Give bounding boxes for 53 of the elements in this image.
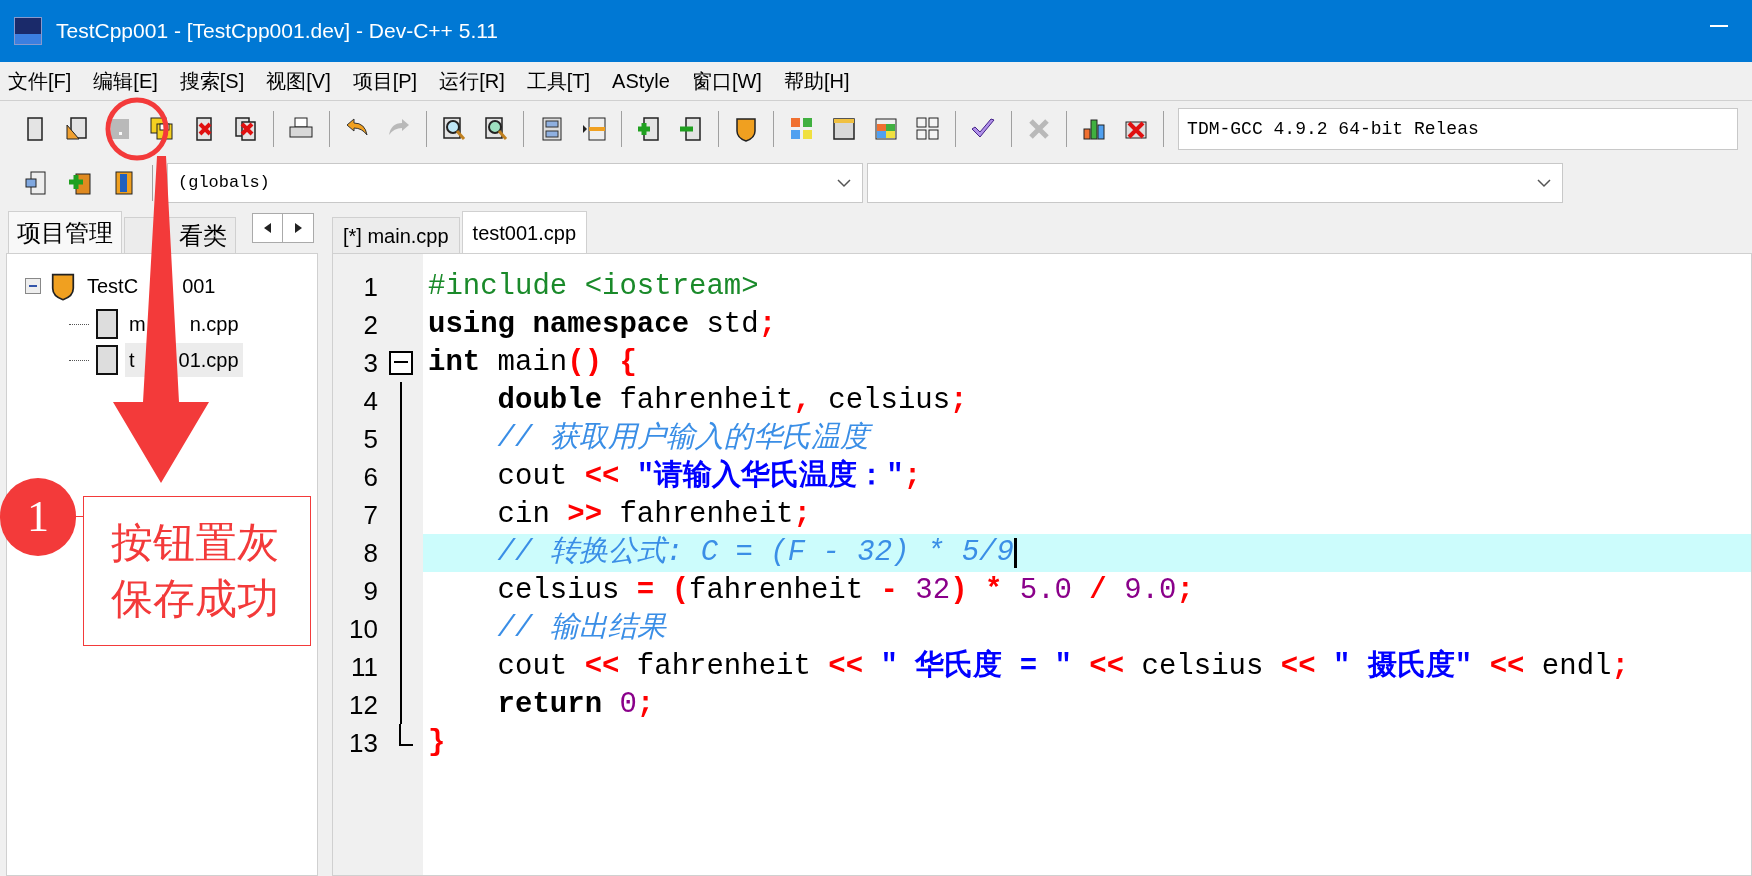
line-number: 11 [350,651,378,684]
code-line: #include <iostream> [427,269,760,305]
menu-item[interactable]: 帮助[H] [783,66,850,96]
menu-item[interactable]: AStyle [612,66,670,96]
line-number: 8 [362,537,378,570]
code-line: } [427,725,447,761]
line-number: 1 [362,271,378,304]
compiler-select[interactable]: TDM-GCC 4.9.2 64-bit Releas [1178,108,1739,150]
menu-item[interactable]: 工具[T] [526,66,591,96]
editor-tab[interactable]: [*] main.cpp [332,217,460,253]
line-number: 12 [348,689,378,722]
collapse-icon[interactable] [25,278,41,294]
file-icon [95,344,119,376]
line-number: 13 [348,727,378,760]
line-number: 5 [362,423,378,456]
panel-tab[interactable]: 项目管理 [8,211,122,253]
line-number: 10 [348,613,378,646]
menu-item[interactable]: 运行[R] [439,66,505,96]
code-line: // 输出结果 [496,611,668,647]
code-line: celsius = (fahrenheit - 32) * 5.0 / 9.0; [496,573,1195,609]
chevron-down-icon [836,178,852,188]
line-number: 2 [362,309,378,342]
line-number: 4 [362,385,378,418]
code-line: // 获取用户输入的华氏温度 [423,420,1751,458]
code-line: int main() { [427,345,638,381]
menu-item[interactable]: 搜索[S] [179,66,245,96]
code-line: double fahrenheit, celsius; [496,383,969,419]
chevron-down-icon [1536,178,1552,188]
app-icon [14,17,42,45]
line-number: 6 [362,461,378,494]
file-icon [95,308,119,340]
highlight-circle [104,96,170,162]
menu-item[interactable]: 编辑[E] [93,66,158,96]
tree-item[interactable]: m n.cpp [125,307,243,341]
callout-text: 按钮置灰保存成功 [111,518,280,624]
code-line: cout << "请输入华氏温度："; [496,458,923,495]
fold-toggle-icon[interactable] [388,351,413,375]
menu-item[interactable]: 项目[P] [352,66,418,96]
line-number: 9 [362,575,378,608]
editor-tab[interactable]: test001.cpp [461,211,588,253]
window-title: TestCpp001 - [TestCpp001.dev] - Dev-C++ 5.11 [56,18,498,45]
code-line: using namespace std; [427,307,778,343]
line-number: 7 [362,499,378,532]
scope-dropdown[interactable]: (globals) [167,163,863,203]
tree-item[interactable]: TestC 001 [85,271,218,301]
code-line: cout << fahrenheit << " 华氏度 = " << celsius << " 摄氏度" << endl; [496,648,1630,685]
menu-item[interactable]: 视图[V] [266,66,331,96]
minimize-icon[interactable] [1710,25,1728,29]
line-number: 3 [362,347,378,380]
menu-item[interactable]: 文件[F] [8,66,72,96]
code-line: cin >> fahrenheit; [496,497,812,533]
code-line: return 0; [496,687,656,723]
menu-item[interactable]: 窗口[W] [691,66,762,96]
